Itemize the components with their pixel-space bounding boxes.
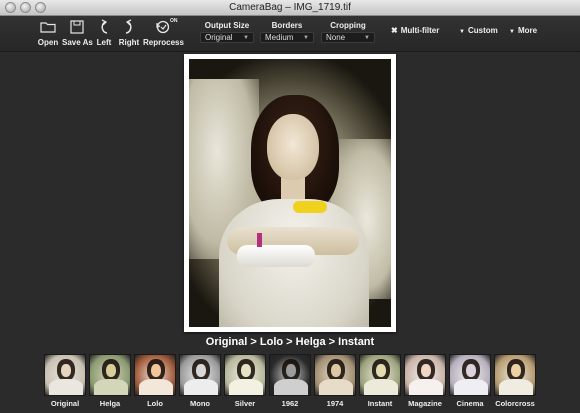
rotate-right-icon bbox=[125, 19, 132, 34]
filter-chain-breadcrumb: Original > Lolo > Helga > Instant bbox=[205, 336, 375, 348]
cropping-select[interactable]: None ▼ bbox=[321, 32, 375, 43]
filter-preview-image bbox=[269, 354, 311, 396]
filter-thumbnail-label: Instant bbox=[367, 399, 393, 408]
filter-preview-image bbox=[89, 354, 131, 396]
reprocess-on-badge: ON bbox=[170, 18, 178, 24]
chevron-down-icon: ▼ bbox=[509, 29, 515, 35]
chevron-down-icon: ▼ bbox=[243, 34, 249, 41]
filter-thumbnail[interactable]: Cinema bbox=[449, 354, 491, 408]
rotate-right-button[interactable]: Right bbox=[118, 18, 140, 47]
filter-thumbnail[interactable]: Instant bbox=[359, 354, 401, 408]
chevron-down-icon: ▼ bbox=[459, 29, 465, 35]
open-button[interactable]: Open bbox=[37, 18, 59, 47]
filter-thumbnail-label: 1974 bbox=[326, 399, 344, 408]
filter-thumbnail[interactable]: Colorcross bbox=[494, 354, 536, 408]
custom-menu-button[interactable]: ▼ Custom bbox=[459, 26, 498, 35]
rotate-left-icon bbox=[101, 19, 108, 34]
filter-preview-image bbox=[494, 354, 536, 396]
filter-preview-image bbox=[404, 354, 446, 396]
window-titlebar: CameraBag – IMG_1719.tif bbox=[0, 0, 580, 16]
filter-filmstrip: Original Helga Lolo Mono Silver 1962 1974 Insta… bbox=[44, 354, 536, 410]
filter-thumbnail-label: Cinema bbox=[456, 399, 484, 408]
multi-filter-toggle[interactable]: ✖ Multi-filter bbox=[391, 26, 439, 35]
cropping-control: Cropping None ▼ bbox=[321, 21, 375, 43]
filter-preview-image bbox=[314, 354, 356, 396]
window-title: CameraBag – IMG_1719.tif bbox=[229, 2, 351, 13]
filter-thumbnail[interactable]: Silver bbox=[224, 354, 266, 408]
filter-preview-image bbox=[359, 354, 401, 396]
borders-select[interactable]: Medium ▼ bbox=[260, 32, 314, 43]
filter-preview-image bbox=[449, 354, 491, 396]
photo-preview bbox=[189, 59, 391, 327]
more-menu-button[interactable]: ▼ More bbox=[509, 26, 537, 35]
filter-thumbnail-label: 1962 bbox=[281, 399, 299, 408]
output-size-select[interactable]: Original ▼ bbox=[200, 32, 254, 43]
folder-icon bbox=[40, 22, 56, 33]
filter-preview-image bbox=[44, 354, 86, 396]
chevron-down-icon: ▼ bbox=[364, 34, 370, 41]
filter-thumbnail-label: Colorcross bbox=[495, 399, 535, 408]
output-size-label: Output Size bbox=[204, 21, 250, 30]
filter-thumbnail-label: Magazine bbox=[408, 399, 442, 408]
borders-label: Borders bbox=[271, 21, 303, 30]
filter-thumbnail[interactable]: 1974 bbox=[314, 354, 356, 408]
filter-thumbnail[interactable]: Original bbox=[44, 354, 86, 408]
rotate-left-button[interactable]: Left bbox=[95, 18, 113, 47]
photo-preview-frame bbox=[184, 54, 396, 332]
filter-thumbnail-label: Mono bbox=[190, 399, 210, 408]
chevron-down-icon: ▼ bbox=[303, 34, 309, 41]
filter-thumbnail[interactable]: 1962 bbox=[269, 354, 311, 408]
filter-preview-image bbox=[134, 354, 176, 396]
close-x-icon: ✖ bbox=[391, 26, 398, 35]
filter-thumbnail[interactable]: Lolo bbox=[134, 354, 176, 408]
filter-thumbnail-label: Silver bbox=[234, 399, 256, 408]
filter-thumbnail[interactable]: Mono bbox=[179, 354, 221, 408]
output-size-control: Output Size Original ▼ bbox=[200, 21, 254, 43]
toolbar: Open Save As Left Right ON Reprocess Out… bbox=[0, 16, 580, 52]
filter-thumbnail-label: Original bbox=[50, 399, 80, 408]
filter-preview-image bbox=[224, 354, 266, 396]
filter-preview-image bbox=[179, 354, 221, 396]
filter-thumbnail[interactable]: Helga bbox=[89, 354, 131, 408]
save-as-button[interactable]: Save As bbox=[62, 18, 93, 47]
filter-thumbnail-label: Lolo bbox=[147, 399, 163, 408]
reprocess-button[interactable]: ON Reprocess bbox=[143, 18, 184, 47]
cropping-label: Cropping bbox=[330, 21, 366, 30]
filter-thumbnail-label: Helga bbox=[99, 399, 121, 408]
borders-control: Borders Medium ▼ bbox=[260, 21, 314, 43]
filter-thumbnail[interactable]: Magazine bbox=[404, 354, 446, 408]
save-disk-icon bbox=[70, 20, 84, 34]
